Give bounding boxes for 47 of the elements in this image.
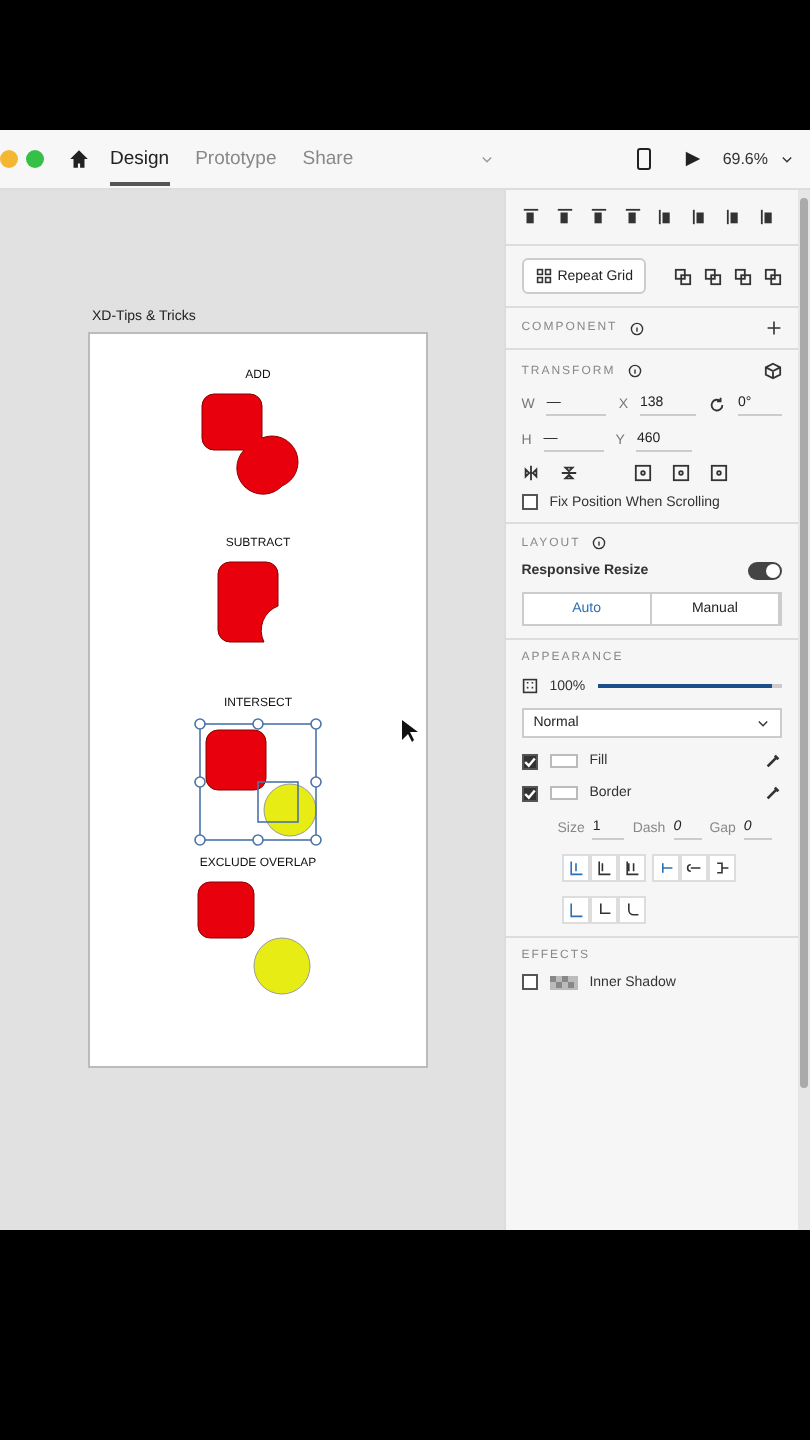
union-icon[interactable] xyxy=(674,267,692,285)
home-icon[interactable] xyxy=(68,148,90,170)
stroke-option-button[interactable] xyxy=(617,896,646,924)
eyedropper-icon[interactable] xyxy=(764,752,782,770)
tab[interactable]: Design xyxy=(110,132,170,186)
maximize-dot[interactable] xyxy=(26,150,44,168)
checkbox[interactable] xyxy=(521,753,538,769)
cube-icon[interactable] xyxy=(764,362,782,380)
stroke-option-button[interactable] xyxy=(589,854,618,882)
stroke-style-icon xyxy=(713,860,730,876)
chevron-down-icon[interactable] xyxy=(780,152,794,166)
play-icon[interactable] xyxy=(684,150,703,168)
minimize-dot[interactable] xyxy=(0,150,18,168)
checkbox[interactable] xyxy=(521,494,538,510)
stroke-style-icon xyxy=(685,860,702,876)
checkbox[interactable] xyxy=(521,974,538,990)
selection-handles[interactable] xyxy=(194,718,322,846)
zoom-level[interactable]: 69.6% xyxy=(722,150,768,168)
info-icon xyxy=(629,321,644,335)
color-swatch[interactable] xyxy=(549,786,578,800)
flip-vertical-icon[interactable] xyxy=(559,464,578,482)
rotate-icon[interactable] xyxy=(708,395,726,413)
stroke-style-icon xyxy=(567,860,584,876)
align-left-icon[interactable] xyxy=(657,208,676,226)
info-icon xyxy=(627,364,642,378)
info-icon xyxy=(592,536,607,550)
stroke-style-icon xyxy=(595,860,612,876)
plus-icon[interactable] xyxy=(766,320,782,336)
grid-icon xyxy=(535,268,552,284)
stroke-option-button[interactable] xyxy=(617,854,646,882)
stroke-option-button[interactable] xyxy=(679,854,708,882)
opacity-icon xyxy=(521,678,538,694)
cursor-icon xyxy=(402,720,418,742)
stroke-style-icon xyxy=(657,860,674,876)
shadow-swatch-icon[interactable] xyxy=(549,975,578,989)
checkbox[interactable] xyxy=(521,785,538,801)
toggle-switch[interactable] xyxy=(748,562,782,580)
flip-horizontal-icon[interactable] xyxy=(521,464,540,482)
stroke-option-button[interactable] xyxy=(707,854,736,882)
align-top-icon[interactable] xyxy=(521,208,540,226)
chevron-down-icon xyxy=(756,716,770,730)
stroke-style-icon xyxy=(623,860,640,876)
stroke-option-button[interactable] xyxy=(589,896,618,924)
phone-icon[interactable] xyxy=(636,148,653,170)
color-swatch[interactable] xyxy=(549,754,578,768)
eyedropper-icon[interactable] xyxy=(764,784,782,802)
center-icon[interactable] xyxy=(709,464,728,482)
